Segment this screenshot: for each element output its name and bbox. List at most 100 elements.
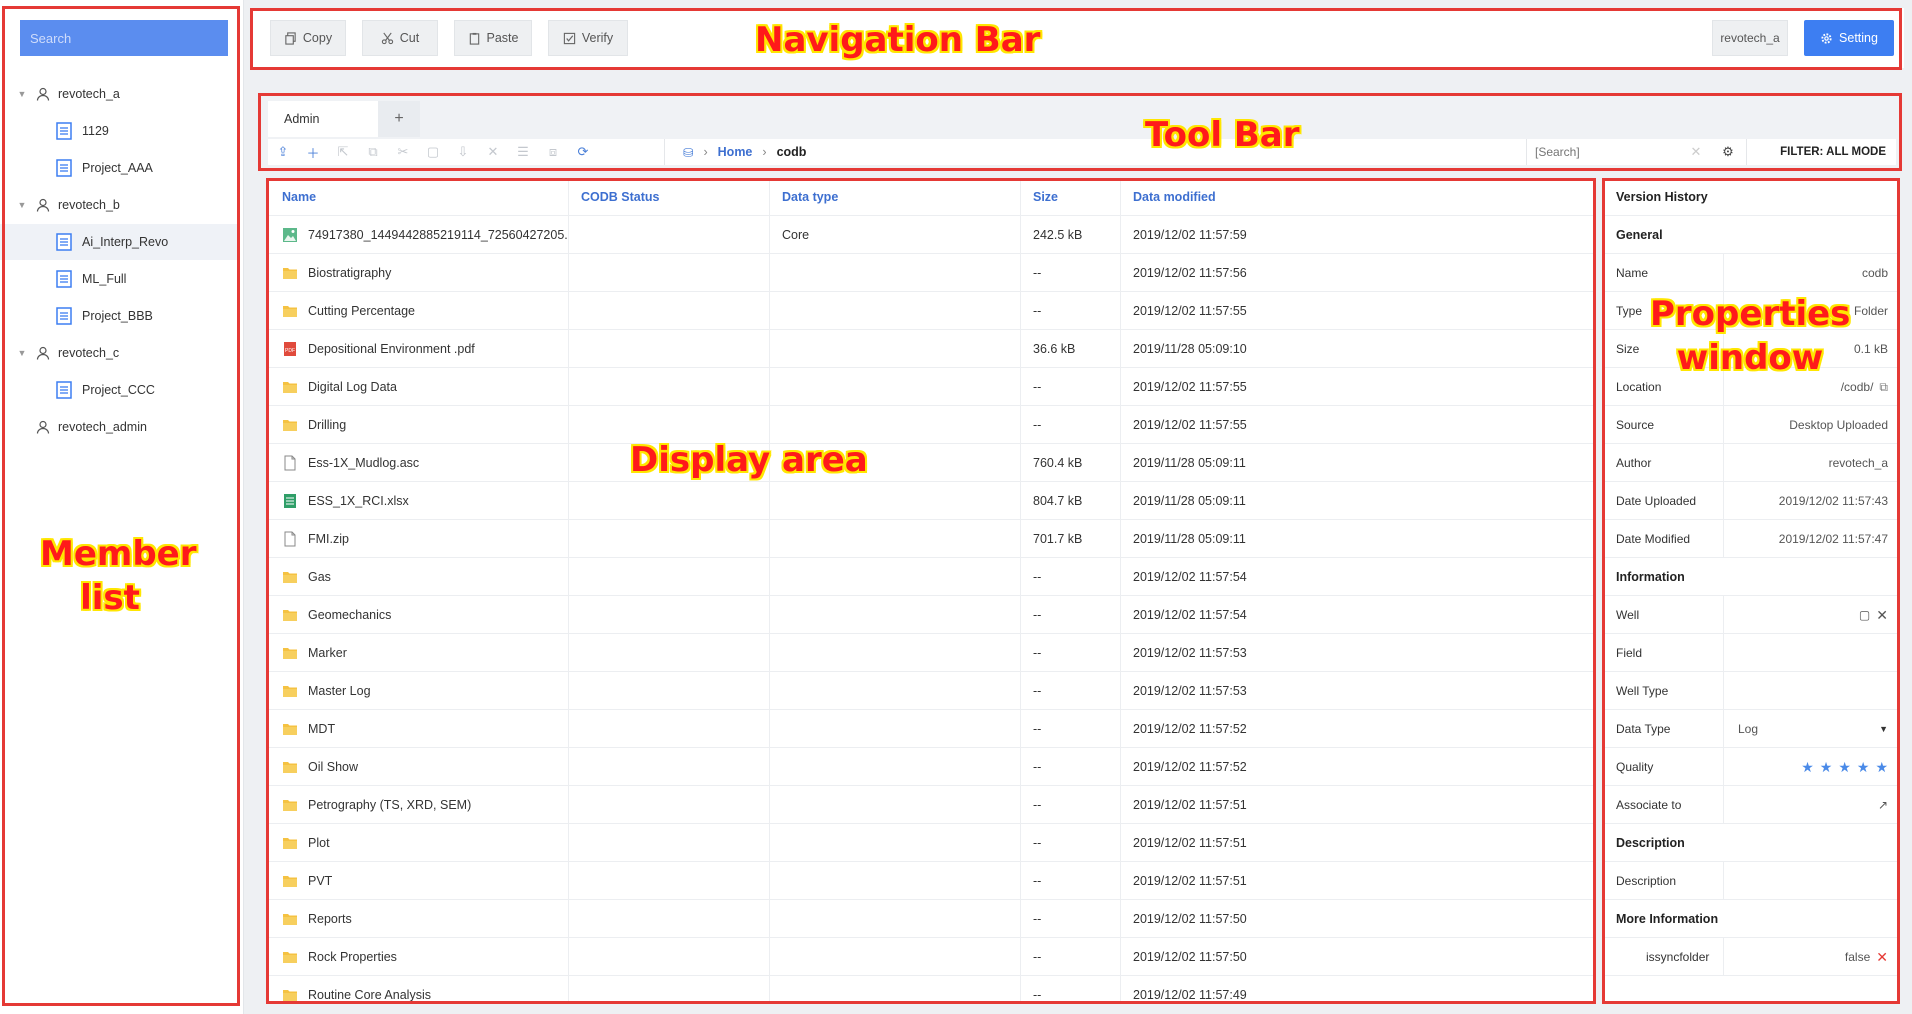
drive-icon[interactable]: ⛁ [683, 145, 693, 160]
file-icon [284, 531, 296, 547]
star-icon[interactable]: ★ [1857, 759, 1870, 776]
table-row[interactable]: Petrography (TS, XRD, SEM) -- 2019/12/02 1… [268, 786, 1596, 824]
version-history-heading[interactable]: Version History [1604, 178, 1900, 216]
copy-path-icon[interactable]: ⧉ [1879, 380, 1888, 395]
member-tree-item[interactable]: Project_BBB [0, 298, 240, 334]
scissors-icon[interactable]: ✂ [388, 139, 418, 165]
setting-button[interactable]: Setting [1804, 20, 1894, 56]
close-icon[interactable]: ✕ [1876, 949, 1888, 966]
table-row[interactable]: Digital Log Data -- 2019/12/02 11:57:55 [268, 368, 1596, 406]
header-name[interactable]: Name [268, 178, 569, 216]
field-input[interactable] [1724, 634, 1900, 672]
table-row[interactable]: 74917380_1449442885219114_72560427205...… [268, 216, 1596, 254]
table-row[interactable]: MDT -- 2019/12/02 11:57:52 [268, 710, 1596, 748]
table-row[interactable]: PVT -- 2019/12/02 11:57:51 [268, 862, 1596, 900]
header-codb-status[interactable]: CODB Status [569, 178, 770, 216]
table-row[interactable]: Biostratigraphy -- 2019/12/02 11:57:56 [268, 254, 1596, 292]
member-tree-item[interactable]: Project_CCC [0, 372, 240, 408]
add-icon[interactable]: ＋ [298, 139, 328, 165]
table-row[interactable]: Master Log -- 2019/12/02 11:57:53 [268, 672, 1596, 710]
current-user-button[interactable]: revotech_a [1712, 20, 1788, 56]
cell-name: Master Log [268, 672, 569, 710]
copy-icon[interactable]: ⧉ [358, 139, 388, 165]
table-row[interactable]: Routine Core Analysis -- 2019/12/02 11:57:… [268, 976, 1596, 1004]
project-icon [56, 270, 72, 288]
breadcrumb-home[interactable]: Home [718, 145, 753, 159]
star-icon[interactable]: ★ [1820, 759, 1833, 776]
table-row[interactable]: Reports -- 2019/12/02 11:57:50 [268, 900, 1596, 938]
member-tree-item[interactable]: Project_AAA [0, 150, 240, 186]
cell-type [770, 710, 1021, 748]
prop-row-field: Field [1604, 634, 1900, 672]
table-row[interactable]: ESS_1X_RCI.xlsx 804.7 kB 2019/11/28 05:09:… [268, 482, 1596, 520]
member-tree-item[interactable]: ▼ revotech_b [0, 187, 240, 223]
delete-icon[interactable]: ✕ [478, 139, 508, 165]
gear-icon[interactable]: ⚙ [1718, 139, 1738, 165]
star-icon[interactable]: ★ [1875, 759, 1888, 776]
upload-icon[interactable]: ⇪ [268, 139, 298, 165]
tab-admin[interactable]: Admin [268, 101, 378, 137]
table-row[interactable]: Gas -- 2019/12/02 11:57:54 [268, 558, 1596, 596]
header-data-modified[interactable]: Data modified [1121, 178, 1596, 216]
list-icon[interactable]: ☰ [508, 139, 538, 165]
breadcrumb-current[interactable]: codb [777, 145, 807, 159]
move-icon[interactable]: ⧈ [538, 139, 568, 165]
cut-button[interactable]: Cut [362, 20, 438, 56]
table-row[interactable]: FMI.zip 701.7 kB 2019/11/28 05:09:11 [268, 520, 1596, 558]
close-icon[interactable]: ✕ [1876, 607, 1888, 624]
verify-button[interactable]: Verify [548, 20, 628, 56]
filter-mode[interactable]: FILTER: ALL MODE [1746, 139, 1896, 165]
table-row[interactable]: Ess-1X_Mudlog.asc 760.4 kB 2019/11/28 05:0… [268, 444, 1596, 482]
table-row[interactable]: Oil Show -- 2019/12/02 11:57:52 [268, 748, 1596, 786]
member-tree-item[interactable]: 1129 [0, 113, 240, 149]
table-header: Name CODB Status Data type Size Data mod… [268, 178, 1596, 216]
cell-text: -- [1033, 950, 1042, 964]
caret-down-icon[interactable]: ▼ [16, 348, 28, 358]
prop-key: Data Type [1604, 710, 1724, 748]
add-tab-button[interactable]: + [378, 101, 420, 137]
member-tree-item[interactable]: ▼ revotech_a [0, 76, 240, 112]
download-icon[interactable]: ⇩ [448, 139, 478, 165]
table-row[interactable]: Rock Properties -- 2019/12/02 11:57:50 [268, 938, 1596, 976]
caret-down-icon[interactable]: ▼ [16, 89, 28, 99]
table-row[interactable]: PDF Depositional Environment .pdf 36.6 kB 2… [268, 330, 1596, 368]
member-search-input[interactable] [20, 20, 228, 56]
properties-window: Version History General Name codb Type F… [1604, 178, 1900, 1004]
clipboard-icon[interactable]: ▢ [1859, 608, 1870, 622]
member-tree-item[interactable]: revotech_admin [0, 409, 240, 445]
prop-row-well: Well ▢ ✕ [1604, 596, 1900, 634]
description-input[interactable] [1724, 862, 1900, 900]
refresh-icon[interactable]: ⟳ [568, 139, 598, 165]
member-tree-label: Project_AAA [82, 161, 153, 175]
header-data-type[interactable]: Data type [770, 178, 1021, 216]
member-tree-item[interactable]: Ai_Interp_Revo [0, 224, 240, 260]
table-row[interactable]: Marker -- 2019/12/02 11:57:53 [268, 634, 1596, 672]
table-row[interactable]: Cutting Percentage -- 2019/12/02 11:57:55 [268, 292, 1596, 330]
well-type-input[interactable] [1724, 672, 1900, 710]
table-row[interactable]: Drilling -- 2019/12/02 11:57:55 [268, 406, 1596, 444]
member-tree-item[interactable]: ▼ revotech_c [0, 335, 240, 371]
cell-name: PDF Depositional Environment .pdf [268, 330, 569, 368]
file-search-input[interactable] [1526, 139, 1676, 165]
cell-text: -- [1033, 798, 1042, 812]
star-icon[interactable]: ★ [1801, 759, 1814, 776]
quality-rating[interactable]: ★ ★ ★ ★ ★ [1724, 748, 1900, 786]
external-link-icon[interactable]: ↗ [1878, 798, 1888, 812]
copy-button[interactable]: Copy [270, 20, 346, 56]
caret-down-icon[interactable]: ▼ [16, 200, 28, 210]
table-row[interactable]: Plot -- 2019/12/02 11:57:51 [268, 824, 1596, 862]
table-row[interactable]: Geomechanics -- 2019/12/02 11:57:54 [268, 596, 1596, 634]
clear-search-icon[interactable]: ✕ [1686, 139, 1706, 165]
share-icon[interactable]: ⇱ [328, 139, 358, 165]
prop-key: Source [1604, 406, 1724, 444]
description-heading: Description [1604, 824, 1900, 862]
data-type-select[interactable]: Log ▼ [1724, 710, 1900, 748]
star-icon[interactable]: ★ [1838, 759, 1851, 776]
member-tree-item[interactable]: ML_Full [0, 261, 240, 297]
clipboard-icon[interactable]: ▢ [418, 139, 448, 165]
folder-icon [283, 648, 297, 659]
paste-button[interactable]: Paste [454, 20, 532, 56]
tool-bar: Admin + ⇪ ＋ ⇱ ⧉ ✂ ▢ ⇩ ✕ ☰ ⧈ ⟳ ⛁ › Home ›… [260, 93, 1900, 170]
cell-name: ESS_1X_RCI.xlsx [268, 482, 569, 520]
header-size[interactable]: Size [1021, 178, 1121, 216]
